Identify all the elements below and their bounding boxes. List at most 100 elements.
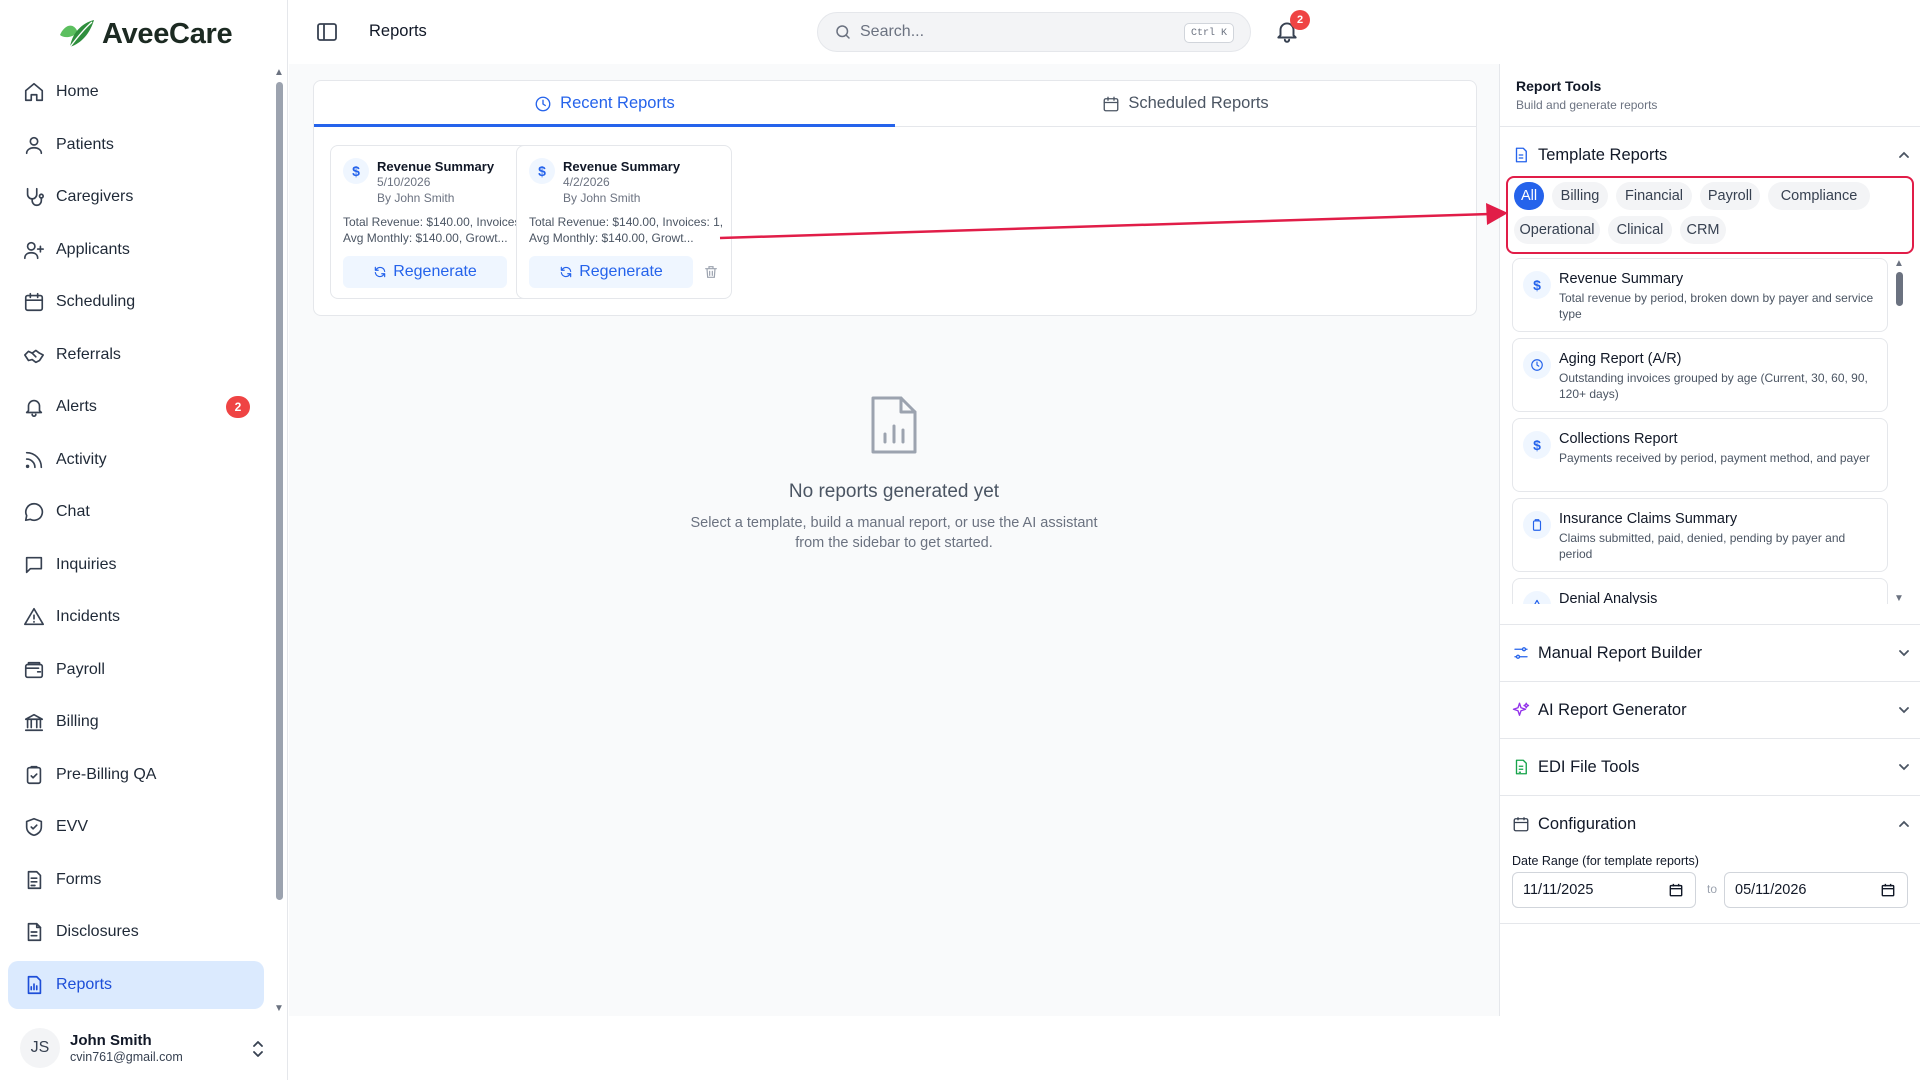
sidebar-item-activity[interactable]: Activity <box>8 436 264 484</box>
sidebar-item-patients[interactable]: Patients <box>8 121 264 169</box>
sidebar-item-reports[interactable]: Reports <box>8 960 264 1009</box>
sidebar-item-chat[interactable]: Chat <box>8 488 264 536</box>
filter-chip-billing[interactable]: Billing <box>1552 182 1608 210</box>
template-item[interactable]: $ Collections Report Payments received b… <box>1512 418 1888 492</box>
search-icon <box>836 25 850 39</box>
search-input[interactable] <box>860 23 1160 41</box>
user-icon <box>22 133 46 157</box>
calendar-picker-icon[interactable] <box>1669 883 1683 897</box>
regenerate-button[interactable]: Regenerate <box>529 256 693 288</box>
sidebar-toggle-icon[interactable] <box>315 20 339 44</box>
sidebar: AveeCare Home Patients Caregivers Applic… <box>0 0 288 1080</box>
template-description: Total revenue by period, broken down by … <box>1559 291 1874 321</box>
warning-triangle-icon <box>1523 591 1551 604</box>
dollar-icon: $ <box>343 158 369 184</box>
empty-state: No reports generated yet Select a templa… <box>289 394 1499 553</box>
report-author: By John Smith <box>563 191 641 205</box>
stethoscope-icon <box>22 185 46 209</box>
template-item[interactable]: $ Revenue Summary Total revenue by perio… <box>1512 258 1888 332</box>
sidebar-item-inquiries[interactable]: Inquiries <box>8 541 264 589</box>
search-bar[interactable]: Ctrl K <box>817 12 1251 52</box>
document-icon <box>22 920 46 944</box>
chat-bubble-icon <box>22 500 46 524</box>
date-range-start-input[interactable]: 11/11/2025 <box>1512 872 1696 908</box>
sidebar-item-incidents[interactable]: Incidents <box>8 593 264 641</box>
sidebar-item-home[interactable]: Home <box>8 68 264 116</box>
template-item[interactable]: Insurance Claims Summary Claims submitte… <box>1512 498 1888 572</box>
recent-report-card[interactable]: $ Revenue Summary 5/10/2026 By John Smit… <box>330 145 546 299</box>
sidebar-scrollbar[interactable]: ▲ ▼ <box>274 68 284 1014</box>
filter-chip-operational[interactable]: Operational <box>1514 216 1600 244</box>
template-list: $ Revenue Summary Total revenue by perio… <box>1512 258 1890 604</box>
filter-chip-financial[interactable]: Financial <box>1616 182 1692 210</box>
sidebar-item-billing[interactable]: Billing <box>8 698 264 746</box>
template-name: Revenue Summary <box>1559 271 1684 287</box>
user-menu[interactable]: JS John Smith cvin761@gmail.com <box>8 1020 280 1076</box>
calendar-icon <box>22 290 46 314</box>
filter-chip-payroll[interactable]: Payroll <box>1700 182 1760 210</box>
configuration-header[interactable]: Configuration <box>1512 809 1912 839</box>
app-logo[interactable]: AveeCare <box>56 14 233 54</box>
sidebar-item-pre-billing-qa[interactable]: Pre-Billing QA <box>8 751 264 799</box>
sidebar-item-label: Alerts <box>56 398 97 415</box>
scroll-up-icon[interactable]: ▲ <box>1894 258 1904 269</box>
filter-chip-all[interactable]: All <box>1514 182 1544 210</box>
section-divider <box>1500 681 1920 682</box>
regenerate-button[interactable]: Regenerate <box>343 256 507 288</box>
report-summary: Total Revenue: $140.00, Invoices: 1, Avg… <box>529 215 724 245</box>
sidebar-item-label: Activity <box>56 450 107 468</box>
date-value: 11/11/2025 <box>1523 882 1594 898</box>
handshake-icon <box>22 343 46 367</box>
calendar-picker-icon[interactable] <box>1881 883 1895 897</box>
template-item[interactable]: Denial Analysis <box>1512 578 1888 604</box>
scrollbar-thumb[interactable] <box>276 82 283 900</box>
clipboard-check-icon <box>22 763 46 787</box>
sidebar-item-applicants[interactable]: Applicants <box>8 226 264 274</box>
trash-icon[interactable] <box>703 264 719 280</box>
refresh-icon <box>374 266 386 278</box>
file-text-icon <box>1515 147 1527 163</box>
report-author: By John Smith <box>377 191 455 205</box>
edi-file-tools-header[interactable]: EDI File Tools <box>1512 752 1912 782</box>
sidebar-item-label: Incidents <box>56 608 121 625</box>
sidebar-item-evv[interactable]: EVV <box>8 803 264 851</box>
date-value: 05/11/2026 <box>1735 882 1807 898</box>
file-code-icon <box>1515 759 1527 775</box>
template-item[interactable]: Aging Report (A/R) Outstanding invoices … <box>1512 338 1888 412</box>
sidebar-item-alerts[interactable]: Alerts 2 <box>8 383 264 431</box>
ai-report-generator-header[interactable]: AI Report Generator <box>1512 695 1912 725</box>
sidebar-item-label: Inquiries <box>56 555 117 573</box>
search-shortcut-hint: Ctrl K <box>1183 23 1234 43</box>
filter-chip-clinical[interactable]: Clinical <box>1608 216 1672 244</box>
report-icon <box>22 973 46 997</box>
template-list-scrollbar[interactable]: ▲ ▼ <box>1893 258 1905 604</box>
tab-recent-reports[interactable]: Recent Reports <box>314 81 895 127</box>
sidebar-item-forms[interactable]: Forms <box>8 856 264 904</box>
scroll-down-icon[interactable]: ▼ <box>274 1004 284 1014</box>
sidebar-item-label: Chat <box>56 503 90 520</box>
sidebar-item-payroll[interactable]: Payroll <box>8 646 264 694</box>
tab-scheduled-reports[interactable]: Scheduled Reports <box>895 81 1476 126</box>
scroll-up-icon[interactable]: ▲ <box>274 68 284 78</box>
sidebar-item-label: Home <box>56 83 99 100</box>
filter-chip-crm[interactable]: CRM <box>1680 216 1726 244</box>
sidebar-item-caregivers[interactable]: Caregivers <box>8 173 264 221</box>
manual-report-builder-header[interactable]: Manual Report Builder <box>1512 638 1912 668</box>
recent-report-card[interactable]: $ Revenue Summary 4/2/2026 By John Smith… <box>516 145 732 299</box>
sidebar-item-label: EVV <box>56 818 89 835</box>
scrollbar-thumb[interactable] <box>1896 272 1903 306</box>
sliders-icon <box>1514 647 1528 659</box>
dollar-icon: $ <box>529 158 555 184</box>
dollar-icon: $ <box>1523 431 1551 459</box>
scroll-down-icon[interactable]: ▼ <box>1894 593 1904 604</box>
regenerate-label: Regenerate <box>393 263 477 280</box>
template-reports-header[interactable]: Template Reports <box>1512 140 1912 170</box>
sidebar-item-referrals[interactable]: Referrals <box>8 331 264 379</box>
sidebar-item-disclosures[interactable]: Disclosures <box>8 908 264 956</box>
sidebar-item-label: Payroll <box>56 660 105 678</box>
date-range-end-input[interactable]: 05/11/2026 <box>1724 872 1908 908</box>
filter-chip-compliance[interactable]: Compliance <box>1768 182 1870 210</box>
clipboard-icon <box>1523 511 1551 539</box>
sidebar-item-scheduling[interactable]: Scheduling <box>8 278 264 326</box>
report-title: Revenue Summary <box>563 159 681 174</box>
